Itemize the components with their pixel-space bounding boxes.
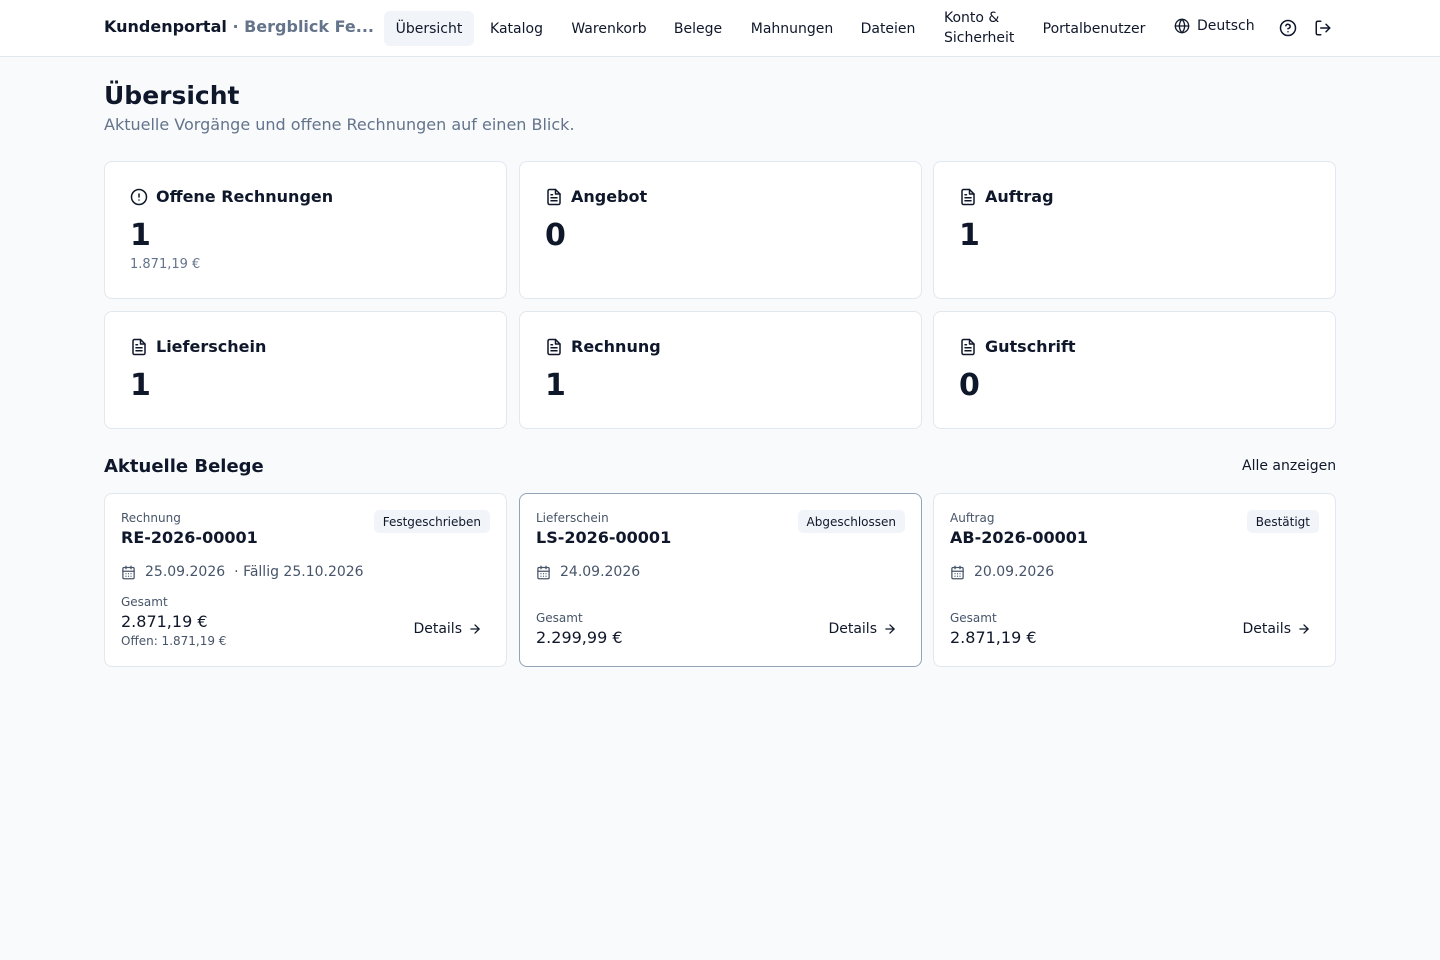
total-label: Gesamt (536, 611, 583, 625)
document-icon (547, 188, 561, 205)
document-icon (961, 188, 975, 205)
stat-card-angebot[interactable]: Angebot 0 (519, 161, 922, 299)
details-button[interactable]: Details (413, 621, 482, 637)
doc-due-date: · Fällig 25.10.2026 (234, 564, 364, 580)
doc-number: AB-2026-00001 (950, 528, 1089, 547)
top-navigation-bar: Kundenportal · Bergblick Fe... Übersicht… (0, 0, 1440, 57)
nav-item-katalog[interactable]: Katalog (481, 11, 552, 46)
doc-type: Lieferschein (536, 511, 609, 525)
doc-date: 25.09.2026 (145, 564, 226, 580)
brand-separator: · (232, 17, 239, 36)
nav-item-warenkorb[interactable]: Warenkorb (562, 11, 656, 46)
doc-date: 20.09.2026 (974, 564, 1055, 580)
calendar-icon (537, 565, 550, 579)
nav-item-mahnungen[interactable]: Mahnungen (742, 11, 842, 46)
stat-label: Angebot (571, 187, 648, 206)
stat-card-offene-rechnungen[interactable]: Offene Rechnungen 1 1.871,19 € (104, 161, 507, 299)
section-title: Aktuelle Belege (104, 456, 264, 477)
alert-circle-icon (130, 188, 148, 205)
stat-label: Gutschrift (985, 337, 1076, 356)
total-value: 2.299,99 € (536, 628, 623, 647)
calendar-icon (951, 565, 964, 579)
doc-card-auftrag[interactable]: Auftrag AB-2026-00001 Bestätigt 20.09.20… (933, 493, 1336, 667)
doc-card-lieferschein[interactable]: Lieferschein LS-2026-00001 Abgeschlossen… (519, 493, 922, 667)
details-button[interactable]: Details (828, 621, 897, 637)
doc-number: RE-2026-00001 (121, 528, 258, 547)
open-amount: Offen: 1.871,19 € (121, 634, 227, 648)
arrow-right-icon (885, 624, 895, 634)
stat-value: 0 (545, 218, 566, 253)
arrow-right-icon (1299, 624, 1309, 634)
nav-label: Belege (673, 20, 723, 37)
logout-icon[interactable] (1314, 19, 1332, 37)
details-label: Details (828, 621, 877, 637)
doc-type: Rechnung (121, 511, 181, 525)
page-title: Übersicht (104, 81, 240, 110)
brand-title: Kundenportal (104, 17, 227, 36)
nav-item-portalbenutzer[interactable]: Portalbenutzer (1034, 11, 1154, 46)
show-all-link[interactable]: Alle anzeigen (1242, 458, 1336, 474)
status-badge: Festgeschrieben (373, 510, 490, 533)
stat-card-lieferschein[interactable]: Lieferschein 1 (104, 311, 507, 429)
stat-amount: 1.871,19 € (130, 257, 201, 272)
total-value: 2.871,19 € (121, 612, 208, 631)
status-badge: Abgeschlossen (797, 510, 905, 533)
nav-label: Portalbenutzer (1042, 20, 1146, 37)
stat-value: 1 (959, 218, 980, 253)
doc-number: LS-2026-00001 (536, 528, 672, 547)
stat-label: Rechnung (571, 337, 661, 356)
company-name: Bergblick Fe... (244, 17, 374, 36)
details-label: Details (413, 621, 462, 637)
doc-type: Auftrag (950, 511, 995, 525)
nav-item-belege[interactable]: Belege (666, 11, 730, 46)
language-switcher[interactable]: Deutsch (1174, 18, 1255, 34)
stat-value: 1 (130, 368, 151, 403)
brand[interactable]: Kundenportal · Bergblick Fe... (104, 17, 374, 36)
nav-label: Übersicht (395, 20, 463, 37)
nav-item-uebersicht[interactable]: Übersicht (384, 11, 474, 46)
stat-label: Offene Rechnungen (156, 187, 334, 206)
language-label: Deutsch (1197, 18, 1255, 34)
total-label: Gesamt (950, 611, 997, 625)
stat-card-auftrag[interactable]: Auftrag 1 (933, 161, 1336, 299)
nav-label: Mahnungen (750, 20, 834, 37)
nav-item-konto-sicherheit[interactable]: Konto & Sicherheit (944, 8, 1024, 48)
doc-card-rechnung[interactable]: Rechnung RE-2026-00001 Festgeschrieben 2… (104, 493, 507, 667)
globe-icon (1174, 18, 1190, 34)
nav-label: Dateien (860, 20, 916, 37)
doc-date: 24.09.2026 (560, 564, 641, 580)
total-value: 2.871,19 € (950, 628, 1037, 647)
document-icon (961, 338, 975, 355)
nav-item-dateien[interactable]: Dateien (852, 11, 924, 46)
document-icon (132, 338, 146, 355)
arrow-right-icon (470, 624, 480, 634)
nav-label: Konto & Sicherheit (944, 10, 1015, 46)
help-icon[interactable] (1279, 19, 1297, 37)
total-label: Gesamt (121, 595, 168, 609)
details-label: Details (1242, 621, 1291, 637)
document-icon (547, 338, 561, 355)
page-subtitle: Aktuelle Vorgänge und offene Rechnungen … (104, 115, 575, 134)
stat-value: 1 (130, 218, 151, 253)
details-button[interactable]: Details (1242, 621, 1311, 637)
stat-label: Auftrag (985, 187, 1054, 206)
stat-card-gutschrift[interactable]: Gutschrift 0 (933, 311, 1336, 429)
stat-value: 0 (959, 368, 980, 403)
stat-label: Lieferschein (156, 337, 267, 356)
calendar-icon (122, 565, 135, 579)
stat-card-rechnung[interactable]: Rechnung 1 (519, 311, 922, 429)
status-badge: Bestätigt (1246, 510, 1319, 533)
nav-label: Katalog (490, 20, 543, 37)
stat-value: 1 (545, 368, 566, 403)
nav-label: Warenkorb (571, 20, 647, 37)
